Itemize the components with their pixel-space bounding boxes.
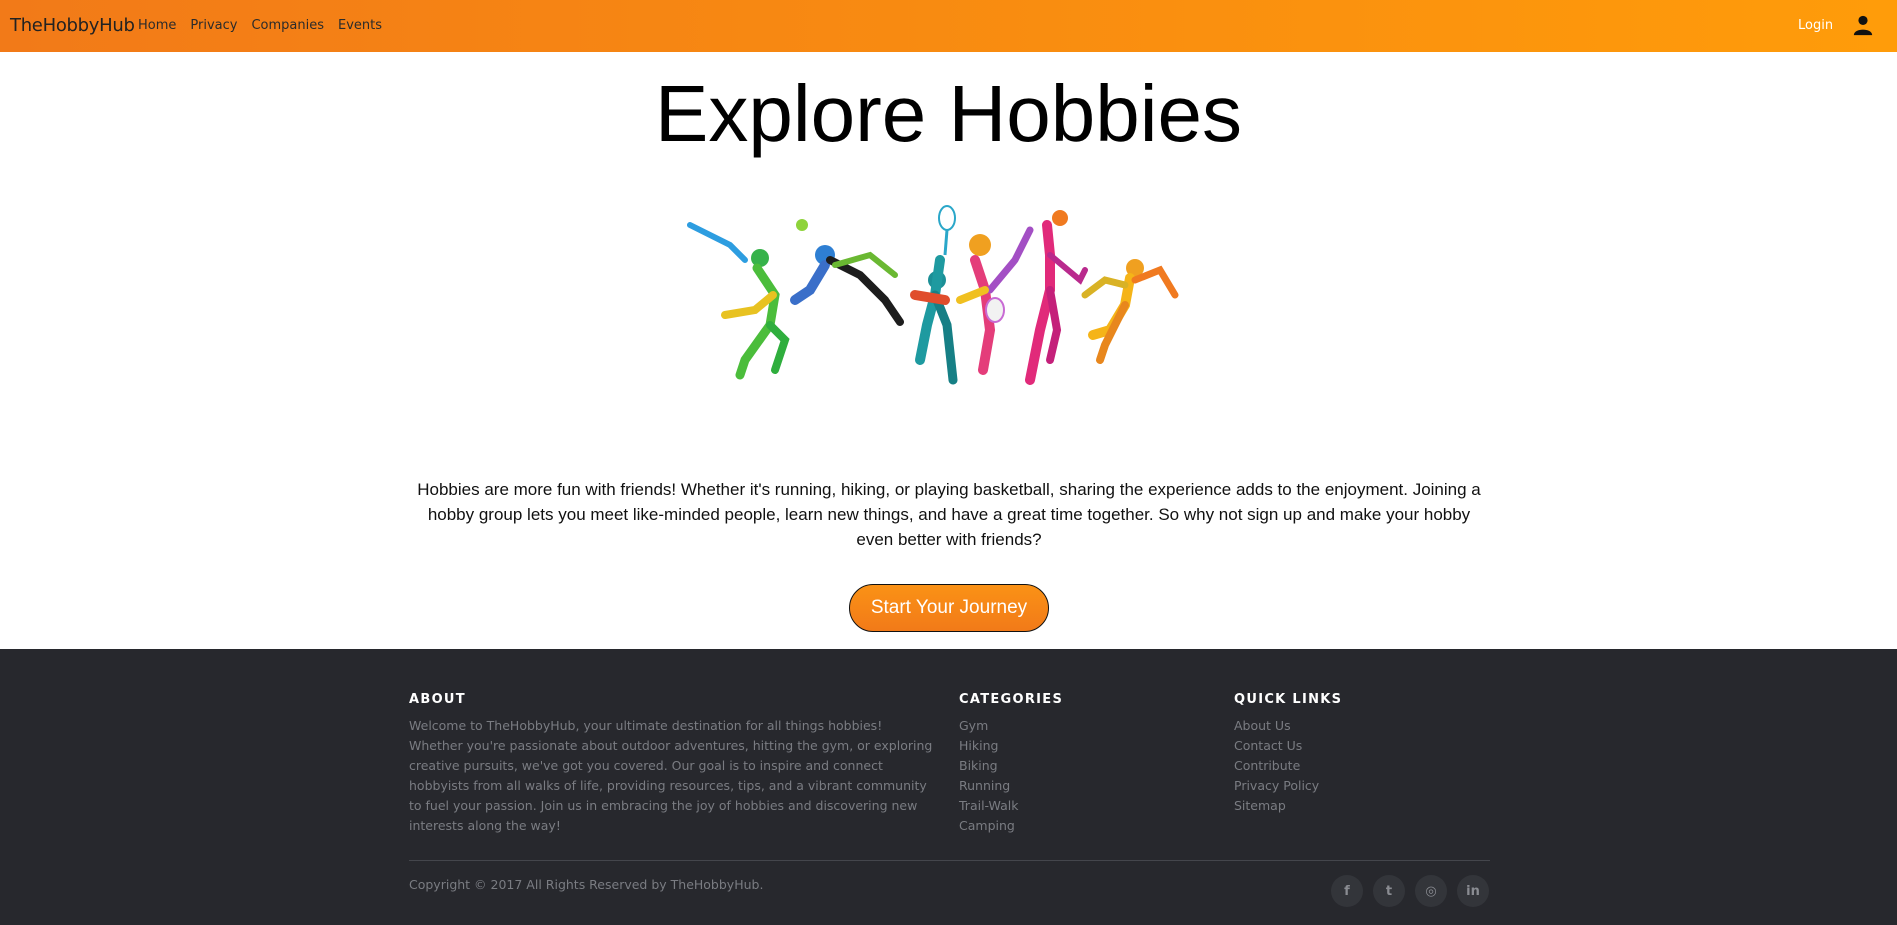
- nav-links: Home Privacy Companies Events: [138, 18, 382, 33]
- nav-link-events[interactable]: Events: [338, 18, 382, 33]
- brand-logo[interactable]: TheHobbyHub: [10, 15, 135, 36]
- copyright-text: Copyright © 2017 All Rights Reserved by …: [409, 877, 764, 892]
- footer-quick-links-heading: QUICK LINKS: [1234, 692, 1343, 707]
- page-title: Explore Hobbies: [655, 69, 1242, 158]
- nav-link-home[interactable]: Home: [138, 18, 176, 33]
- tennis-figure: [910, 205, 958, 385]
- quick-link-sitemap[interactable]: Sitemap: [1234, 796, 1319, 816]
- volleyball-figure: [687, 222, 790, 380]
- dancer-figure: [1025, 210, 1088, 385]
- facebook-icon[interactable]: f: [1331, 875, 1363, 907]
- start-journey-button[interactable]: Start Your Journey: [849, 584, 1049, 632]
- footer-divider: [409, 860, 1490, 861]
- twitter-icon[interactable]: t: [1373, 875, 1405, 907]
- category-link-running[interactable]: Running: [959, 776, 1018, 796]
- quick-link-about-us[interactable]: About Us: [1234, 716, 1319, 736]
- sports-figures-illustration: [687, 205, 1179, 385]
- category-link-hiking[interactable]: Hiking: [959, 736, 1018, 756]
- social-links: f t ◎ in: [1331, 875, 1489, 907]
- login-link[interactable]: Login: [1798, 18, 1833, 33]
- quick-link-contact-us[interactable]: Contact Us: [1234, 736, 1319, 756]
- quick-link-contribute[interactable]: Contribute: [1234, 756, 1319, 776]
- intro-paragraph: Hobbies are more fun with friends! Wheth…: [417, 480, 1481, 549]
- footer-about-text: Welcome to TheHobbyHub, your ultimate de…: [409, 718, 933, 833]
- soccer-figure: [790, 219, 904, 326]
- top-navbar: TheHobbyHub Home Privacy Companies Event…: [0, 0, 1897, 52]
- category-link-biking[interactable]: Biking: [959, 756, 1018, 776]
- nav-link-privacy[interactable]: Privacy: [190, 18, 237, 33]
- linkedin-icon[interactable]: in: [1457, 875, 1489, 907]
- footer-quick-links-list: About Us Contact Us Contribute Privacy P…: [1234, 716, 1319, 816]
- nav-link-companies[interactable]: Companies: [251, 18, 324, 33]
- category-link-trail-walk[interactable]: Trail-Walk: [959, 796, 1018, 816]
- user-icon[interactable]: [1852, 14, 1874, 36]
- footer-categories-heading: CATEGORIES: [959, 692, 1064, 707]
- site-footer: ABOUT Welcome to TheHobbyHub, your ultim…: [0, 649, 1897, 925]
- runner-figure: [1081, 259, 1179, 364]
- category-link-camping[interactable]: Camping: [959, 816, 1018, 836]
- quick-link-privacy-policy[interactable]: Privacy Policy: [1234, 776, 1319, 796]
- footer-about-heading: ABOUT: [409, 692, 466, 707]
- dribbble-icon[interactable]: ◎: [1415, 875, 1447, 907]
- basketball-figure: [956, 226, 1034, 375]
- category-link-gym[interactable]: Gym: [959, 716, 1018, 736]
- footer-categories-list: Gym Hiking Biking Running Trail-Walk Cam…: [959, 716, 1018, 836]
